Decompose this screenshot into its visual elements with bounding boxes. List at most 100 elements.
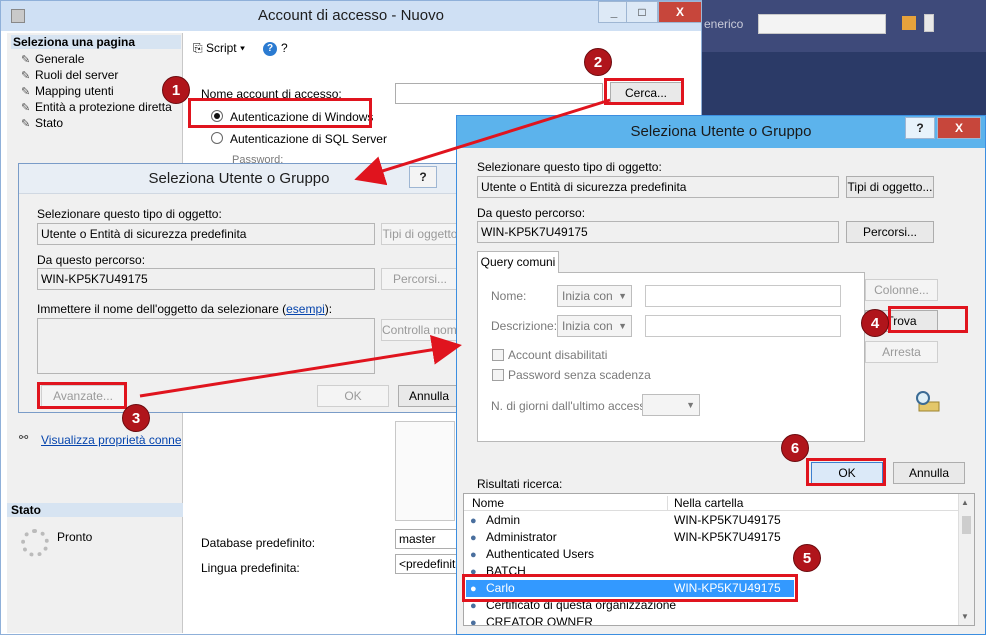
search-people-icon <box>913 388 943 418</box>
chevron-down-icon: ▼ <box>618 321 627 331</box>
disabled-accounts-checkbox[interactable] <box>492 349 504 361</box>
dialog1-obj-type-field: Utente o Entità di sicurezza predefinita <box>37 223 375 245</box>
examples-link[interactable]: esempi <box>286 302 325 316</box>
config-combo-text: enerico <box>704 17 744 31</box>
maximize-button[interactable]: □ <box>626 1 658 23</box>
dropdown-icon[interactable] <box>924 14 934 32</box>
columns-button[interactable]: Colonne... <box>865 279 938 301</box>
tab-common-queries[interactable]: Query comuni <box>477 251 559 273</box>
cancel-button[interactable]: Annulla <box>893 462 965 484</box>
no-expire-label: Password senza scadenza <box>508 368 651 382</box>
chevron-down-icon: ▼ <box>686 400 695 410</box>
connection-properties-link[interactable]: Visualizza proprietà connessione <box>41 433 181 447</box>
dialog1-location-field: WIN-KP5K7U49175 <box>37 268 375 290</box>
group-icon: ● <box>470 549 477 561</box>
sql-auth-radio[interactable] <box>211 132 223 144</box>
highlight-windows-auth <box>188 98 372 128</box>
step-badge-3: 3 <box>122 404 150 432</box>
step-badge-2: 2 <box>584 48 612 76</box>
step-badge-1: 1 <box>162 76 190 104</box>
common-queries-panel: Nome: Inizia con ▼ Descrizione: Inizia co… <box>477 272 865 442</box>
highlight-find-button <box>888 306 968 333</box>
login-name-input[interactable] <box>395 83 603 104</box>
sidebar-header: Seleziona una pagina <box>11 35 181 49</box>
dialog2-help-button[interactable]: ? <box>905 117 935 139</box>
sidebar-item-status[interactable]: ✎ Stato <box>21 116 63 130</box>
scroll-down-icon[interactable]: ▼ <box>961 612 969 621</box>
obj-type-field: Utente o Entità di sicurezza predefinita <box>477 176 839 198</box>
close-button[interactable]: X <box>658 1 702 23</box>
help-icon[interactable]: ? <box>263 42 277 56</box>
highlight-carlo-row <box>462 574 798 602</box>
dialog1-location-label: Da questo percorso: <box>37 253 146 267</box>
select-user-dialog-small: Seleziona Utente o Gruppo ? Selezionare … <box>18 163 460 413</box>
scroll-up-icon[interactable]: ▲ <box>961 498 969 507</box>
dialog1-obj-type-label: Selezionare questo tipo di oggetto: <box>37 207 222 221</box>
page-icon: ✎ <box>21 118 31 130</box>
description-label: Descrizione: <box>491 319 558 333</box>
page-icon: ✎ <box>21 70 31 82</box>
chevron-down-icon: ▼ <box>618 291 627 301</box>
main-titlebar: Account di accesso - Nuovo <box>1 1 701 31</box>
default-db-select[interactable]: master <box>395 529 457 549</box>
locations-button[interactable]: Percorsi... <box>846 221 934 243</box>
progress-spinner-icon <box>21 529 49 557</box>
dialog1-obj-type-button[interactable]: Tipi di oggetto <box>381 223 459 245</box>
dialog1-names-input[interactable] <box>37 318 375 374</box>
obj-type-button[interactable]: Tipi di oggetto... <box>846 176 934 198</box>
step-badge-6: 6 <box>781 434 809 462</box>
list-item[interactable]: ● Authenticated Users <box>470 546 594 563</box>
location-label: Da questo percorso: <box>477 206 586 220</box>
highlight-search-button <box>604 78 684 105</box>
status-header: Stato <box>7 503 183 517</box>
description-input[interactable] <box>645 315 841 337</box>
dialog1-ok-button[interactable]: OK <box>317 385 389 407</box>
sidebar-item-user-mapping[interactable]: ✎ Mapping utenti <box>21 84 114 98</box>
dialog1-names-label: Immettere il nome dell'oggetto da selezi… <box>37 302 333 316</box>
scrollbar[interactable]: ▲ ▼ <box>958 494 974 625</box>
sidebar-item-server-roles[interactable]: ✎ Ruoli del server <box>21 68 118 82</box>
results-label: Risultati ricerca: <box>477 477 563 491</box>
scroll-thumb[interactable] <box>962 516 971 534</box>
page-icon: ✎ <box>21 86 31 98</box>
description-mode-select[interactable]: Inizia con ▼ <box>557 315 632 337</box>
platform-combo[interactable] <box>758 14 886 34</box>
help-button[interactable]: ? <box>281 41 288 55</box>
list-item[interactable]: ● Administrator WIN-KP5K7U49175 <box>470 529 781 546</box>
page-icon: ✎ <box>21 102 31 114</box>
stop-button[interactable]: Arresta <box>865 341 938 363</box>
default-db-label: Database predefinito: <box>201 536 316 550</box>
default-lang-select[interactable]: <predefinita> <box>395 554 457 574</box>
main-title: Account di accesso - Nuovo <box>258 7 444 24</box>
dialog1-titlebar: Seleziona Utente o Gruppo <box>19 164 459 194</box>
results-header: Nome Nella cartella <box>464 494 960 511</box>
list-item[interactable]: ● CREATOR OWNER <box>470 614 593 625</box>
dialog2-close-button[interactable]: X <box>937 117 981 139</box>
days-select[interactable]: ▼ <box>642 394 700 416</box>
name-mode-select[interactable]: Inizia con ▼ <box>557 285 632 307</box>
no-expire-checkbox[interactable] <box>492 369 504 381</box>
column-header-folder[interactable]: Nella cartella <box>674 496 743 510</box>
sidebar-item-general[interactable]: ✎ Generale <box>21 52 84 66</box>
window-icon <box>11 9 25 23</box>
dialog1-help-button[interactable]: ? <box>409 166 437 188</box>
step-badge-4: 4 <box>861 309 889 337</box>
default-lang-label: Lingua predefinita: <box>201 561 300 575</box>
results-list[interactable]: Nome Nella cartella ● Admin WIN-KP5K7U4917… <box>463 493 975 626</box>
hidden-panel <box>395 421 455 521</box>
connection-icon: ⚯ <box>19 432 29 444</box>
dialog1-check-names-button[interactable]: Controlla nomi <box>381 319 459 341</box>
column-header-name[interactable]: Nome <box>472 496 668 510</box>
step-badge-5: 5 <box>793 544 821 572</box>
dialog1-title: Seleziona Utente o Gruppo <box>148 170 330 187</box>
dialog1-cancel-button[interactable]: Annulla <box>398 385 460 407</box>
dialog1-location-button[interactable]: Percorsi... <box>381 268 459 290</box>
sql-auth-label: Autenticazione di SQL Server <box>230 132 387 146</box>
find-icon[interactable] <box>902 16 916 30</box>
list-item[interactable]: ● Admin WIN-KP5K7U49175 <box>470 512 781 529</box>
days-label: N. di giorni dall'ultimo accesso: <box>491 399 656 413</box>
script-button[interactable]: ⎘ Script ▾ <box>193 41 245 56</box>
user-icon: ● <box>470 532 477 544</box>
name-input[interactable] <box>645 285 841 307</box>
sidebar-item-securables[interactable]: ✎ Entità a protezione diretta <box>21 100 172 114</box>
